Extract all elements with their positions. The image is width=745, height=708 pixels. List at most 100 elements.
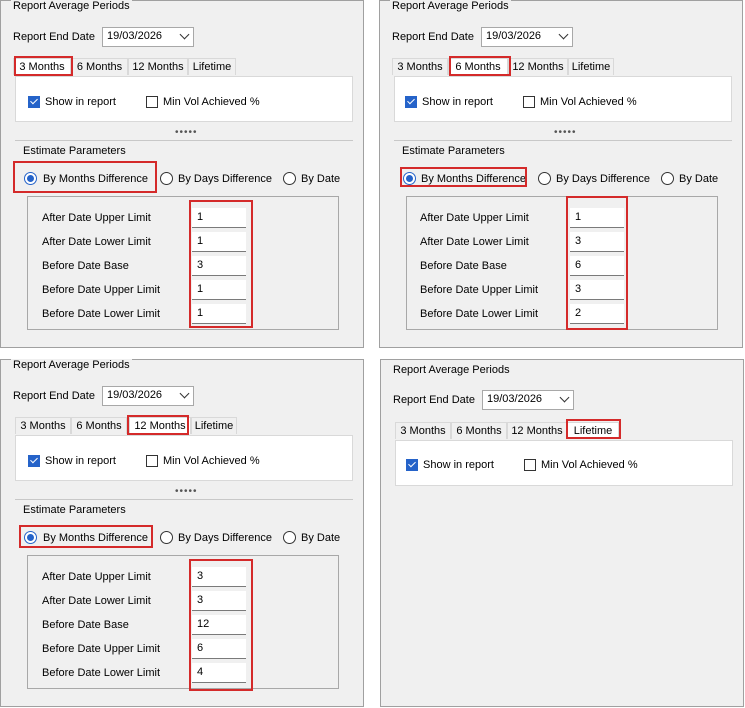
tab-3-months[interactable]: 3 Months: [392, 58, 448, 75]
after-lower-field[interactable]: 3: [570, 232, 624, 252]
after-lower-field[interactable]: 3: [192, 591, 246, 611]
divider: [394, 140, 732, 141]
before-base-field[interactable]: 3: [192, 256, 246, 276]
divider: [15, 140, 353, 141]
param-label: After Date Upper Limit: [42, 212, 151, 224]
panel-6-months: Report Average Periods Report End Date 1…: [379, 0, 743, 348]
min-vol-label: Min Vol Achieved %: [163, 96, 260, 108]
tab-12-months[interactable]: 12 Months: [128, 58, 188, 75]
param-label: Before Date Lower Limit: [42, 308, 160, 320]
min-vol-label: Min Vol Achieved %: [540, 96, 637, 108]
radio-by-months-label: By Months Difference: [421, 173, 526, 185]
radio-by-months-label: By Months Difference: [43, 173, 148, 185]
after-lower-field[interactable]: 1: [192, 232, 246, 252]
before-base-field[interactable]: 6: [570, 256, 624, 276]
tab-6-months[interactable]: 6 Months: [448, 58, 508, 75]
radio-by-months[interactable]: [24, 172, 37, 185]
param-label: Before Date Base: [42, 619, 129, 631]
report-end-date-value: 19/03/2026: [486, 30, 542, 42]
before-lower-field[interactable]: 2: [570, 304, 624, 324]
radio-by-days[interactable]: [538, 172, 551, 185]
show-in-report-label: Show in report: [423, 459, 494, 471]
before-upper-field[interactable]: 1: [192, 280, 246, 300]
report-end-date-label: Report End Date: [13, 390, 95, 402]
before-lower-field[interactable]: 1: [192, 304, 246, 324]
group-box: Report Average Periods Report End Date 1…: [0, 0, 364, 348]
report-end-date-picker[interactable]: 19/03/2026: [481, 27, 573, 47]
show-in-report-label: Show in report: [45, 455, 116, 467]
param-label: Before Date Upper Limit: [420, 284, 538, 296]
group-title: Report Average Periods: [11, 359, 132, 371]
report-end-date-picker[interactable]: 19/03/2026: [102, 386, 194, 406]
parameters-box: After Date Upper Limit After Date Lower …: [27, 196, 339, 330]
radio-by-months[interactable]: [24, 531, 37, 544]
splitter-handle[interactable]: •••••: [175, 127, 198, 138]
show-in-report-label: Show in report: [45, 96, 116, 108]
before-upper-field[interactable]: 6: [192, 639, 246, 659]
min-vol-label: Min Vol Achieved %: [541, 459, 638, 471]
radio-by-days[interactable]: [160, 172, 173, 185]
min-vol-checkbox[interactable]: [146, 96, 158, 108]
estimate-parameters-title: Estimate Parameters: [23, 504, 126, 516]
report-end-date-picker[interactable]: 19/03/2026: [482, 390, 574, 410]
report-end-date-label: Report End Date: [393, 394, 475, 406]
param-label: Before Date Lower Limit: [420, 308, 538, 320]
splitter-handle[interactable]: •••••: [175, 486, 198, 497]
panel-3-months: Report Average Periods Report End Date 1…: [0, 0, 364, 348]
tab-lifetime[interactable]: Lifetime: [188, 58, 236, 75]
tab-12-months[interactable]: 12 Months: [507, 422, 567, 439]
tab-lifetime[interactable]: Lifetime: [567, 422, 619, 439]
splitter-handle[interactable]: •••••: [554, 127, 577, 138]
before-lower-field[interactable]: 4: [192, 663, 246, 683]
param-label: Before Date Upper Limit: [42, 284, 160, 296]
before-base-field[interactable]: 12: [192, 615, 246, 635]
group-box: Report Average Periods Report End Date 1…: [380, 359, 744, 707]
tab-lifetime[interactable]: Lifetime: [568, 58, 614, 75]
tab-lifetime[interactable]: Lifetime: [191, 417, 237, 434]
after-upper-field[interactable]: 3: [192, 567, 246, 587]
min-vol-checkbox[interactable]: [524, 459, 536, 471]
report-end-date-value: 19/03/2026: [107, 389, 163, 401]
show-in-report-checkbox[interactable]: [405, 96, 417, 108]
radio-by-months-label: By Months Difference: [43, 532, 148, 544]
tab-3-months[interactable]: 3 Months: [13, 58, 71, 75]
radio-by-days[interactable]: [160, 531, 173, 544]
after-upper-field[interactable]: 1: [570, 208, 624, 228]
tab-page: Show in report Min Vol Achieved %: [395, 440, 733, 486]
param-label: Before Date Upper Limit: [42, 643, 160, 655]
min-vol-checkbox[interactable]: [146, 455, 158, 467]
tab-6-months[interactable]: 6 Months: [71, 417, 127, 434]
radio-by-days-label: By Days Difference: [556, 173, 650, 185]
parameters-box: After Date Upper Limit After Date Lower …: [406, 196, 718, 330]
radio-by-date[interactable]: [283, 531, 296, 544]
estimate-parameters-title: Estimate Parameters: [23, 145, 126, 157]
parameters-box: After Date Upper Limit After Date Lower …: [27, 555, 339, 689]
show-in-report-checkbox[interactable]: [28, 96, 40, 108]
tab-page: Show in report Min Vol Achieved %: [394, 76, 732, 122]
tab-3-months[interactable]: 3 Months: [395, 422, 451, 439]
min-vol-label: Min Vol Achieved %: [163, 455, 260, 467]
tab-3-months[interactable]: 3 Months: [15, 417, 71, 434]
param-label: Before Date Lower Limit: [42, 667, 160, 679]
min-vol-checkbox[interactable]: [523, 96, 535, 108]
after-upper-field[interactable]: 1: [192, 208, 246, 228]
show-in-report-checkbox[interactable]: [28, 455, 40, 467]
report-end-date-value: 19/03/2026: [107, 30, 163, 42]
radio-by-date[interactable]: [283, 172, 296, 185]
radio-by-date[interactable]: [661, 172, 674, 185]
radio-by-date-label: By Date: [679, 173, 719, 185]
tab-12-months[interactable]: 12 Months: [508, 58, 568, 75]
show-in-report-checkbox[interactable]: [406, 459, 418, 471]
chevron-down-icon: [558, 29, 569, 40]
tab-6-months[interactable]: 6 Months: [71, 58, 128, 75]
report-end-date-picker[interactable]: 19/03/2026: [102, 27, 194, 47]
radio-by-days-label: By Days Difference: [178, 532, 272, 544]
tab-12-months[interactable]: 12 Months: [129, 417, 191, 434]
param-label: After Date Lower Limit: [42, 595, 151, 607]
panel-lifetime: Report Average Periods Report End Date 1…: [380, 359, 744, 707]
before-upper-field[interactable]: 3: [570, 280, 624, 300]
tab-6-months[interactable]: 6 Months: [451, 422, 507, 439]
radio-by-days-label: By Days Difference: [178, 173, 272, 185]
divider: [15, 499, 353, 500]
radio-by-months[interactable]: [403, 172, 416, 185]
